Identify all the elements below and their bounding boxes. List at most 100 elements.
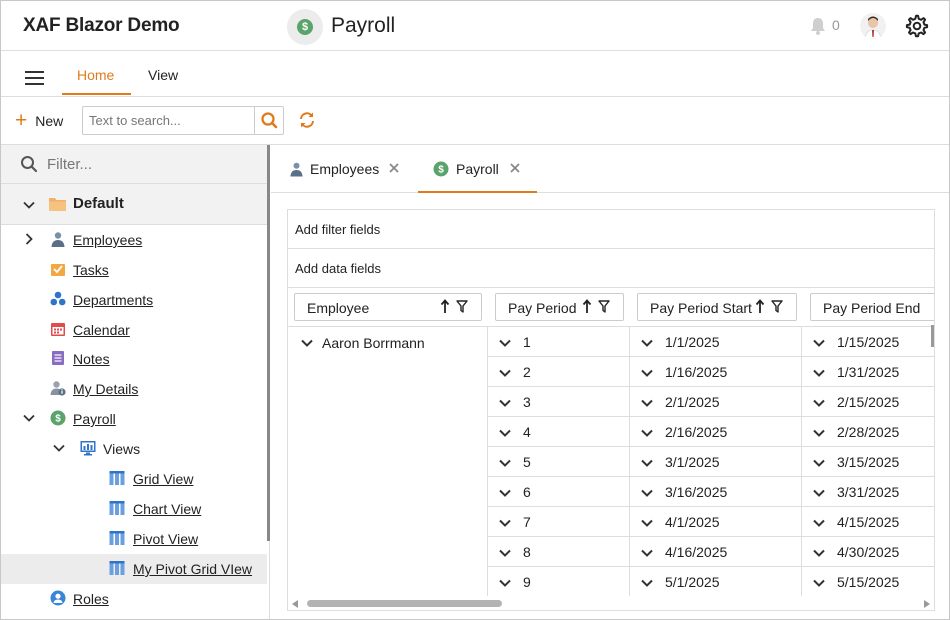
chevron-down-icon[interactable]	[813, 427, 825, 439]
chevron-down-icon[interactable]	[499, 487, 511, 499]
sort-ascending-icon[interactable]	[440, 299, 450, 314]
field-pay-period[interactable]: Pay Period	[495, 293, 624, 321]
sidebar-item-label: Pivot View	[133, 531, 199, 547]
sidebar-item-label: Employees	[73, 232, 143, 248]
tab-home[interactable]: Home	[77, 67, 114, 83]
search-input[interactable]	[83, 107, 255, 134]
tab-view[interactable]: View	[148, 67, 178, 83]
field-pay-period-end[interactable]: Pay Period End	[810, 293, 934, 321]
chevron-down-icon[interactable]	[499, 547, 511, 559]
chevron-down-icon[interactable]	[813, 397, 825, 409]
sidebar-item-departments[interactable]: Departments	[1, 285, 267, 315]
sidebar-item-chart-view[interactable]: Chart View	[1, 494, 267, 524]
field-pay-period-start[interactable]: Pay Period Start	[637, 293, 797, 321]
sidebar-item-notes[interactable]: Notes	[1, 344, 267, 374]
cell-value: 2/15/2025	[837, 394, 900, 410]
filter-fields-area[interactable]: Add filter fields	[288, 210, 934, 249]
row-header-employee: Aaron Borrmann	[288, 326, 488, 596]
chevron-down-icon[interactable]	[499, 337, 511, 349]
data-fields-area[interactable]: Add data fields	[288, 249, 934, 288]
sidebar-item-employees[interactable]: Employees	[1, 225, 267, 255]
user-avatar[interactable]	[860, 13, 886, 39]
field-label: Pay Period Start	[650, 300, 752, 316]
chevron-down-icon[interactable]	[641, 397, 653, 409]
chevron-down-icon[interactable]	[641, 427, 653, 439]
chevron-down-icon[interactable]	[813, 487, 825, 499]
horizontal-scrollbar[interactable]	[288, 596, 934, 610]
sidebar-item-payroll[interactable]: $ Payroll	[1, 404, 267, 434]
vertical-scrollbar[interactable]	[931, 325, 934, 347]
filter-icon[interactable]	[456, 300, 468, 313]
scroll-left-icon[interactable]	[292, 600, 299, 608]
cell-value: 2	[523, 364, 531, 380]
chevron-down-icon[interactable]	[813, 457, 825, 469]
pay-period-start-cell: 1/1/2025	[630, 326, 802, 356]
search-icon	[21, 156, 38, 173]
tab-employees[interactable]: Employees	[271, 145, 416, 193]
tab-label: Payroll	[456, 161, 499, 177]
filter-icon[interactable]	[598, 300, 610, 313]
sidebar-item-views[interactable]: Views	[1, 434, 267, 464]
chevron-down-icon[interactable]	[641, 337, 653, 349]
chevron-down-icon[interactable]	[813, 547, 825, 559]
sidebar-item-tasks[interactable]: Tasks	[1, 255, 267, 285]
horizontal-scroll-thumb[interactable]	[307, 600, 502, 607]
chevron-down-icon[interactable]	[641, 517, 653, 529]
sort-ascending-icon[interactable]	[755, 299, 765, 314]
sidebar-item-label: Grid View	[133, 471, 194, 487]
sidebar-item-my-details[interactable]: My Details	[1, 374, 267, 404]
chevron-down-icon[interactable]	[641, 577, 653, 589]
chevron-down-icon[interactable]	[23, 412, 35, 424]
new-button[interactable]: + New	[15, 110, 63, 132]
cell-value: 9	[523, 574, 531, 590]
sidebar-item-label: Payroll	[73, 411, 116, 427]
tab-payroll[interactable]: $ Payroll	[418, 145, 537, 193]
close-icon[interactable]	[509, 162, 521, 174]
chevron-down-icon[interactable]	[499, 577, 511, 589]
refresh-icon[interactable]	[298, 111, 316, 129]
sidebar-item-calendar[interactable]: Calendar	[1, 315, 267, 345]
filter-icon[interactable]	[771, 300, 783, 313]
chevron-down-icon[interactable]	[641, 547, 653, 559]
cell-value: 3/15/2025	[837, 454, 900, 470]
chevron-down-icon[interactable]	[53, 442, 65, 454]
chevron-down-icon[interactable]	[499, 397, 511, 409]
chevron-down-icon[interactable]	[499, 427, 511, 439]
chevron-down-icon[interactable]	[813, 337, 825, 349]
close-icon[interactable]	[388, 162, 400, 174]
chevron-down-icon[interactable]	[499, 367, 511, 379]
search-button[interactable]	[254, 107, 283, 134]
sidebar-item-pivot-view[interactable]: Pivot View	[1, 524, 267, 554]
hamburger-menu-icon[interactable]	[25, 71, 44, 85]
bell-icon[interactable]	[809, 16, 827, 36]
chevron-down-icon[interactable]	[23, 199, 35, 211]
chevron-down-icon[interactable]	[641, 457, 653, 469]
chevron-down-icon[interactable]	[813, 517, 825, 529]
chevron-down-icon[interactable]	[813, 367, 825, 379]
nav-filter-input[interactable]	[47, 153, 247, 175]
chevron-down-icon[interactable]	[813, 577, 825, 589]
sidebar-scrollbar[interactable]	[267, 145, 270, 541]
chevron-down-icon[interactable]	[499, 457, 511, 469]
scroll-right-icon[interactable]	[923, 600, 930, 608]
pay-period-start-cell: 3/16/2025	[630, 476, 802, 506]
sidebar-item-roles[interactable]: Roles	[1, 584, 267, 614]
chevron-down-icon[interactable]	[301, 337, 313, 349]
field-employee[interactable]: Employee	[294, 293, 482, 321]
gear-icon[interactable]	[905, 14, 929, 38]
sidebar-item-grid-view[interactable]: Grid View	[1, 464, 267, 494]
chevron-right-icon[interactable]	[23, 233, 35, 245]
nav-group-default[interactable]: Default	[1, 184, 267, 225]
sidebar-item-label: My Pivot Grid VIew	[133, 561, 253, 577]
chevron-down-icon[interactable]	[641, 367, 653, 379]
app-title[interactable]: XAF Blazor Demo	[23, 15, 180, 37]
cell-value: 4	[523, 424, 531, 440]
views-icon	[80, 441, 96, 456]
notification-count: 0	[832, 17, 840, 33]
chevron-down-icon[interactable]	[641, 487, 653, 499]
sidebar-item-my-pivot-grid-view[interactable]: My Pivot Grid VIew	[1, 554, 267, 584]
sort-ascending-icon[interactable]	[582, 299, 592, 314]
pay-period-start-cell: 3/1/2025	[630, 446, 802, 476]
chevron-down-icon[interactable]	[499, 517, 511, 529]
grid-view-icon	[109, 471, 125, 485]
